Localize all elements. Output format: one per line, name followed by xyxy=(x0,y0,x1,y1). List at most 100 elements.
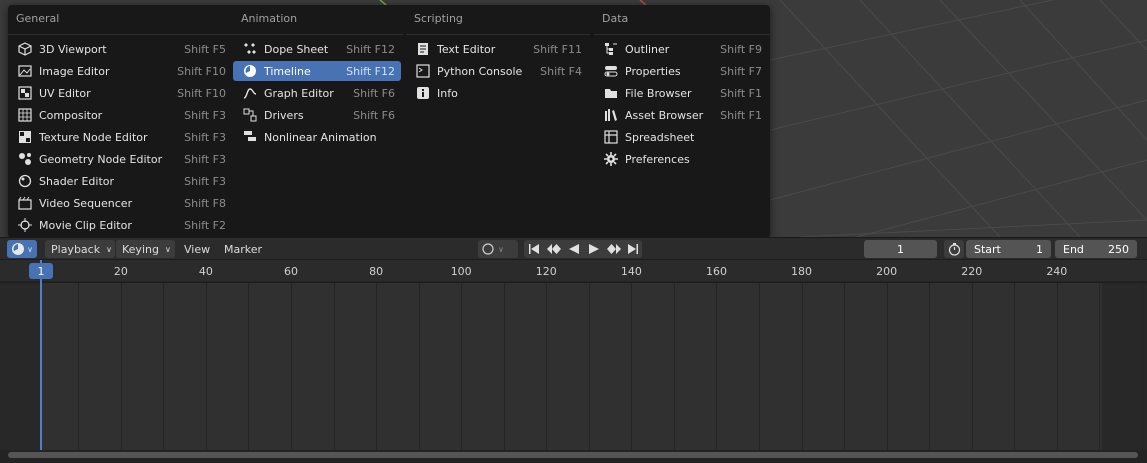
timeline-icon xyxy=(12,243,25,255)
menu-item-label: File Browser xyxy=(625,86,692,100)
grid-line xyxy=(461,283,462,450)
menu-item-shortcut: Shift F10 xyxy=(177,86,226,100)
menu-item-texture-node-editor[interactable]: Texture Node Editor Shift F3 xyxy=(8,127,232,147)
menu-item-shortcut: Shift F2 xyxy=(184,218,226,232)
frame-ruler[interactable]: 20 40 60 80 100 120 140 160 180 200 220 240 xyxy=(0,260,1147,282)
ruler-tick-label: 140 xyxy=(620,265,642,278)
uv-editor-icon xyxy=(16,85,34,101)
jump-keyframe-forward-icon[interactable] xyxy=(604,244,624,254)
grid-line xyxy=(716,283,717,450)
python-console-icon xyxy=(414,63,432,79)
image-editor-icon xyxy=(16,63,34,79)
menu-item-shortcut: Shift F10 xyxy=(177,64,226,78)
menu-item-nonlinear-animation[interactable]: Nonlinear Animation xyxy=(233,127,401,147)
grid-line xyxy=(546,283,547,450)
menu-item-info[interactable]: Info xyxy=(406,83,588,103)
keying-menu[interactable]: Keying ∨ xyxy=(116,240,175,258)
timeline-header: ∨ Playback ∨ Keying ∨ View Marker ∨ 1 St… xyxy=(0,237,1147,259)
menu-item-shortcut: Shift F9 xyxy=(720,42,762,56)
menu-item-file-browser[interactable]: File Browser Shift F1 xyxy=(594,83,768,103)
compositor-icon xyxy=(16,107,34,123)
menu-item-shortcut: Shift F11 xyxy=(533,42,582,56)
grid-line xyxy=(248,283,249,450)
stopwatch-icon[interactable] xyxy=(944,240,964,258)
playhead[interactable] xyxy=(40,260,42,463)
outliner-icon xyxy=(602,41,620,57)
ruler-tick-label: 240 xyxy=(1046,265,1068,278)
menu-item-label: Video Sequencer xyxy=(39,196,133,210)
editor-type-button[interactable]: ∨ xyxy=(7,240,37,258)
menu-item-drivers[interactable]: Drivers Shift F6 xyxy=(233,105,401,125)
record-icon xyxy=(482,243,494,255)
start-frame-field[interactable]: Start 1 xyxy=(966,240,1051,258)
chevron-down-icon: ∨ xyxy=(498,244,504,254)
text-editor-icon xyxy=(414,41,432,57)
menu-item-uv-editor[interactable]: UV Editor Shift F10 xyxy=(8,83,232,103)
end-frame-field[interactable]: End 250 xyxy=(1055,240,1137,258)
menu-item-video-sequencer[interactable]: Video Sequencer Shift F8 xyxy=(8,193,232,213)
menu-item-compositor[interactable]: Compositor Shift F3 xyxy=(8,105,232,125)
menu-item-shader-editor[interactable]: Shader Editor Shift F3 xyxy=(8,171,232,191)
menu-item-graph-editor[interactable]: Graph Editor Shift F6 xyxy=(233,83,401,103)
marker-menu[interactable]: Marker xyxy=(224,240,262,258)
menu-item-label: Properties xyxy=(625,64,681,78)
menu-item-asset-browser[interactable]: Asset Browser Shift F1 xyxy=(594,105,768,125)
menu-item-image-editor[interactable]: Image Editor Shift F10 xyxy=(8,61,232,81)
menu-item-label: Preferences xyxy=(625,152,690,166)
dope-sheet-icon xyxy=(241,41,259,57)
menu-item-dope-sheet[interactable]: Dope Sheet Shift F12 xyxy=(233,39,401,59)
divider xyxy=(406,34,590,35)
horizontal-scrollbar[interactable] xyxy=(8,452,1138,458)
grid-line xyxy=(504,283,505,450)
view-menu[interactable]: View xyxy=(184,240,210,258)
menu-item-label: Asset Browser xyxy=(625,108,704,122)
grid-line xyxy=(163,283,164,450)
menu-item-label: Dope Sheet xyxy=(264,42,329,56)
play-reverse-icon[interactable] xyxy=(564,244,584,254)
grid-line xyxy=(121,283,122,450)
auto-keying-toggle[interactable]: ∨ xyxy=(478,240,518,258)
menu-item-shortcut: Shift F3 xyxy=(184,152,226,166)
grid-line xyxy=(291,283,292,450)
video-sequencer-icon xyxy=(16,195,34,211)
grid-line xyxy=(589,283,590,450)
grid-line xyxy=(802,283,803,450)
menu-item-python-console[interactable]: Python Console Shift F4 xyxy=(406,61,588,81)
jump-end-icon[interactable] xyxy=(624,244,642,254)
jump-keyframe-back-icon[interactable] xyxy=(544,244,564,254)
nonlinear-animation-icon xyxy=(241,129,259,145)
grid-line xyxy=(419,283,420,450)
play-icon[interactable] xyxy=(584,244,604,254)
menu-item-text-editor[interactable]: Text Editor Shift F11 xyxy=(406,39,588,59)
menu-item-movie-clip-editor[interactable]: Movie Clip Editor Shift F2 xyxy=(8,215,232,235)
ruler-tick-label: 100 xyxy=(450,265,472,278)
menu-item-shortcut: Shift F1 xyxy=(720,86,762,100)
menu-item-label: Shader Editor xyxy=(39,174,115,188)
menu-item-label: Compositor xyxy=(39,108,103,122)
menu-item-timeline[interactable]: Timeline Shift F12 xyxy=(233,61,401,81)
current-frame-field[interactable]: 1 xyxy=(864,240,937,258)
jump-start-icon[interactable] xyxy=(524,244,544,254)
menu-item-shortcut: Shift F3 xyxy=(184,130,226,144)
menu-item-properties[interactable]: Properties Shift F7 xyxy=(594,61,768,81)
chevron-down-icon: ∨ xyxy=(27,244,33,254)
playhead-frame-badge[interactable]: 1 xyxy=(29,263,53,279)
menu-item-outliner[interactable]: Outliner Shift F9 xyxy=(594,39,768,59)
column-header: Animation xyxy=(241,12,298,25)
properties-icon xyxy=(602,63,620,79)
playback-menu[interactable]: Playback ∨ xyxy=(45,240,115,258)
menu-item-geometry-node-editor[interactable]: Geometry Node Editor Shift F3 xyxy=(8,149,232,169)
grid-line xyxy=(631,283,632,450)
column-header: Scripting xyxy=(414,12,463,25)
column-header: Data xyxy=(602,12,629,25)
timeline-area[interactable] xyxy=(0,283,1147,450)
menu-item-label: Outliner xyxy=(625,42,670,56)
grid-line xyxy=(759,283,760,450)
menu-item-spreadsheet[interactable]: Spreadsheet xyxy=(594,127,768,147)
grid-line xyxy=(1142,283,1143,450)
grid-line xyxy=(334,283,335,450)
menu-item-3d-viewport[interactable]: 3D Viewport Shift F5 xyxy=(8,39,232,59)
chevron-down-icon: ∨ xyxy=(106,244,112,254)
menu-item-preferences[interactable]: Preferences xyxy=(594,149,768,169)
ruler-tick-label: 20 xyxy=(113,265,128,278)
